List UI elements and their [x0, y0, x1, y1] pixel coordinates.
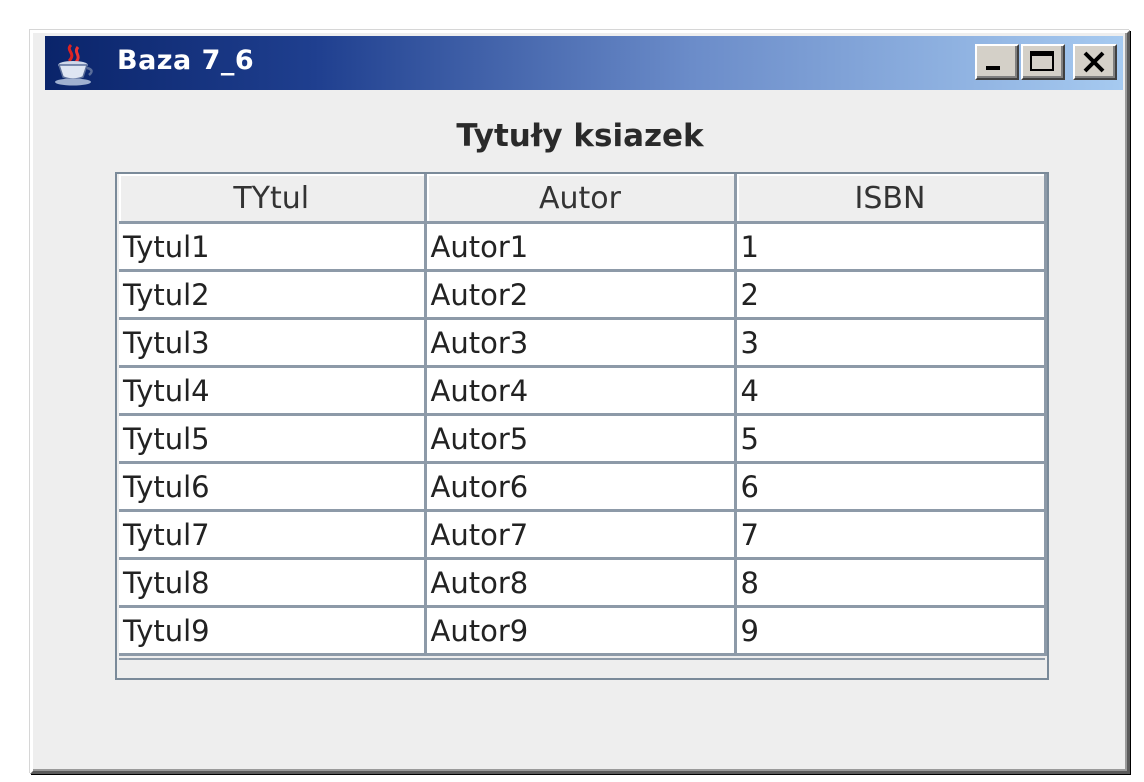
cell-author[interactable]: Autor2 — [425, 270, 737, 320]
cell-author[interactable]: Autor4 — [425, 366, 737, 416]
cell-author[interactable]: Autor6 — [425, 462, 737, 512]
cell-title[interactable]: Tytul2 — [119, 270, 427, 320]
cell-title[interactable]: Tytul5 — [119, 414, 427, 464]
cell-isbn[interactable]: 4 — [735, 366, 1047, 416]
cell-isbn[interactable]: 1 — [735, 222, 1047, 272]
cell-author[interactable]: Autor9 — [425, 606, 737, 656]
table-row[interactable]: Tytul8 Autor8 8 — [119, 558, 1047, 608]
table-row[interactable]: Tytul2 Autor2 2 — [119, 270, 1047, 320]
table-scroll-pane[interactable]: TYtul Autor ISBN Tytul1 Autor1 1 Tytul2 … — [115, 172, 1049, 680]
cell-isbn[interactable]: 9 — [735, 606, 1047, 656]
cell-title[interactable]: Tytul3 — [119, 318, 427, 368]
table-header-row: TYtul Autor ISBN — [119, 174, 1047, 224]
table-row[interactable]: Tytul1 Autor1 1 — [119, 222, 1047, 272]
cell-isbn[interactable]: 2 — [735, 270, 1047, 320]
java-cup-icon[interactable] — [51, 41, 97, 87]
maximize-icon — [1030, 51, 1054, 71]
table-row[interactable]: Tytul4 Autor4 4 — [119, 366, 1047, 416]
table-row[interactable]: Tytul9 Autor9 9 — [119, 606, 1047, 656]
cell-title[interactable]: Tytul6 — [119, 462, 427, 512]
horizontal-scrollbar[interactable] — [119, 658, 1045, 678]
table-row[interactable]: Tytul3 Autor3 3 — [119, 318, 1047, 368]
app-window: Baza 7_6 Tytuły ksiazek TYtul Autor ISBN… — [30, 30, 1130, 774]
cell-title[interactable]: Tytul9 — [119, 606, 427, 656]
cell-isbn[interactable]: 7 — [735, 510, 1047, 560]
cell-author[interactable]: Autor1 — [425, 222, 737, 272]
table-row[interactable]: Tytul7 Autor7 7 — [119, 510, 1047, 560]
title-bar[interactable]: Baza 7_6 — [45, 36, 1123, 90]
column-header-title[interactable]: TYtul — [119, 174, 427, 224]
table-row[interactable]: Tytul6 Autor6 6 — [119, 462, 1047, 512]
cell-isbn[interactable]: 6 — [735, 462, 1047, 512]
cell-author[interactable]: Autor3 — [425, 318, 737, 368]
books-table[interactable]: TYtul Autor ISBN Tytul1 Autor1 1 Tytul2 … — [119, 174, 1047, 656]
cell-author[interactable]: Autor7 — [425, 510, 737, 560]
close-button[interactable] — [1073, 44, 1117, 80]
minimize-button[interactable] — [975, 44, 1019, 80]
maximize-button[interactable] — [1021, 44, 1065, 80]
minimize-icon — [986, 66, 1000, 70]
cell-title[interactable]: Tytul8 — [119, 558, 427, 608]
cell-author[interactable]: Autor8 — [425, 558, 737, 608]
column-header-isbn[interactable]: ISBN — [735, 174, 1047, 224]
cell-title[interactable]: Tytul4 — [119, 366, 427, 416]
cell-title[interactable]: Tytul7 — [119, 510, 427, 560]
cell-author[interactable]: Autor5 — [425, 414, 737, 464]
cell-isbn[interactable]: 5 — [735, 414, 1047, 464]
table-row[interactable]: Tytul5 Autor5 5 — [119, 414, 1047, 464]
cell-isbn[interactable]: 8 — [735, 558, 1047, 608]
window-title: Baza 7_6 — [117, 45, 255, 76]
close-icon — [1083, 51, 1105, 73]
page-title: Tytuły ksiazek — [456, 118, 704, 154]
column-header-author[interactable]: Autor — [425, 174, 737, 224]
cell-isbn[interactable]: 3 — [735, 318, 1047, 368]
cell-title[interactable]: Tytul1 — [119, 222, 427, 272]
